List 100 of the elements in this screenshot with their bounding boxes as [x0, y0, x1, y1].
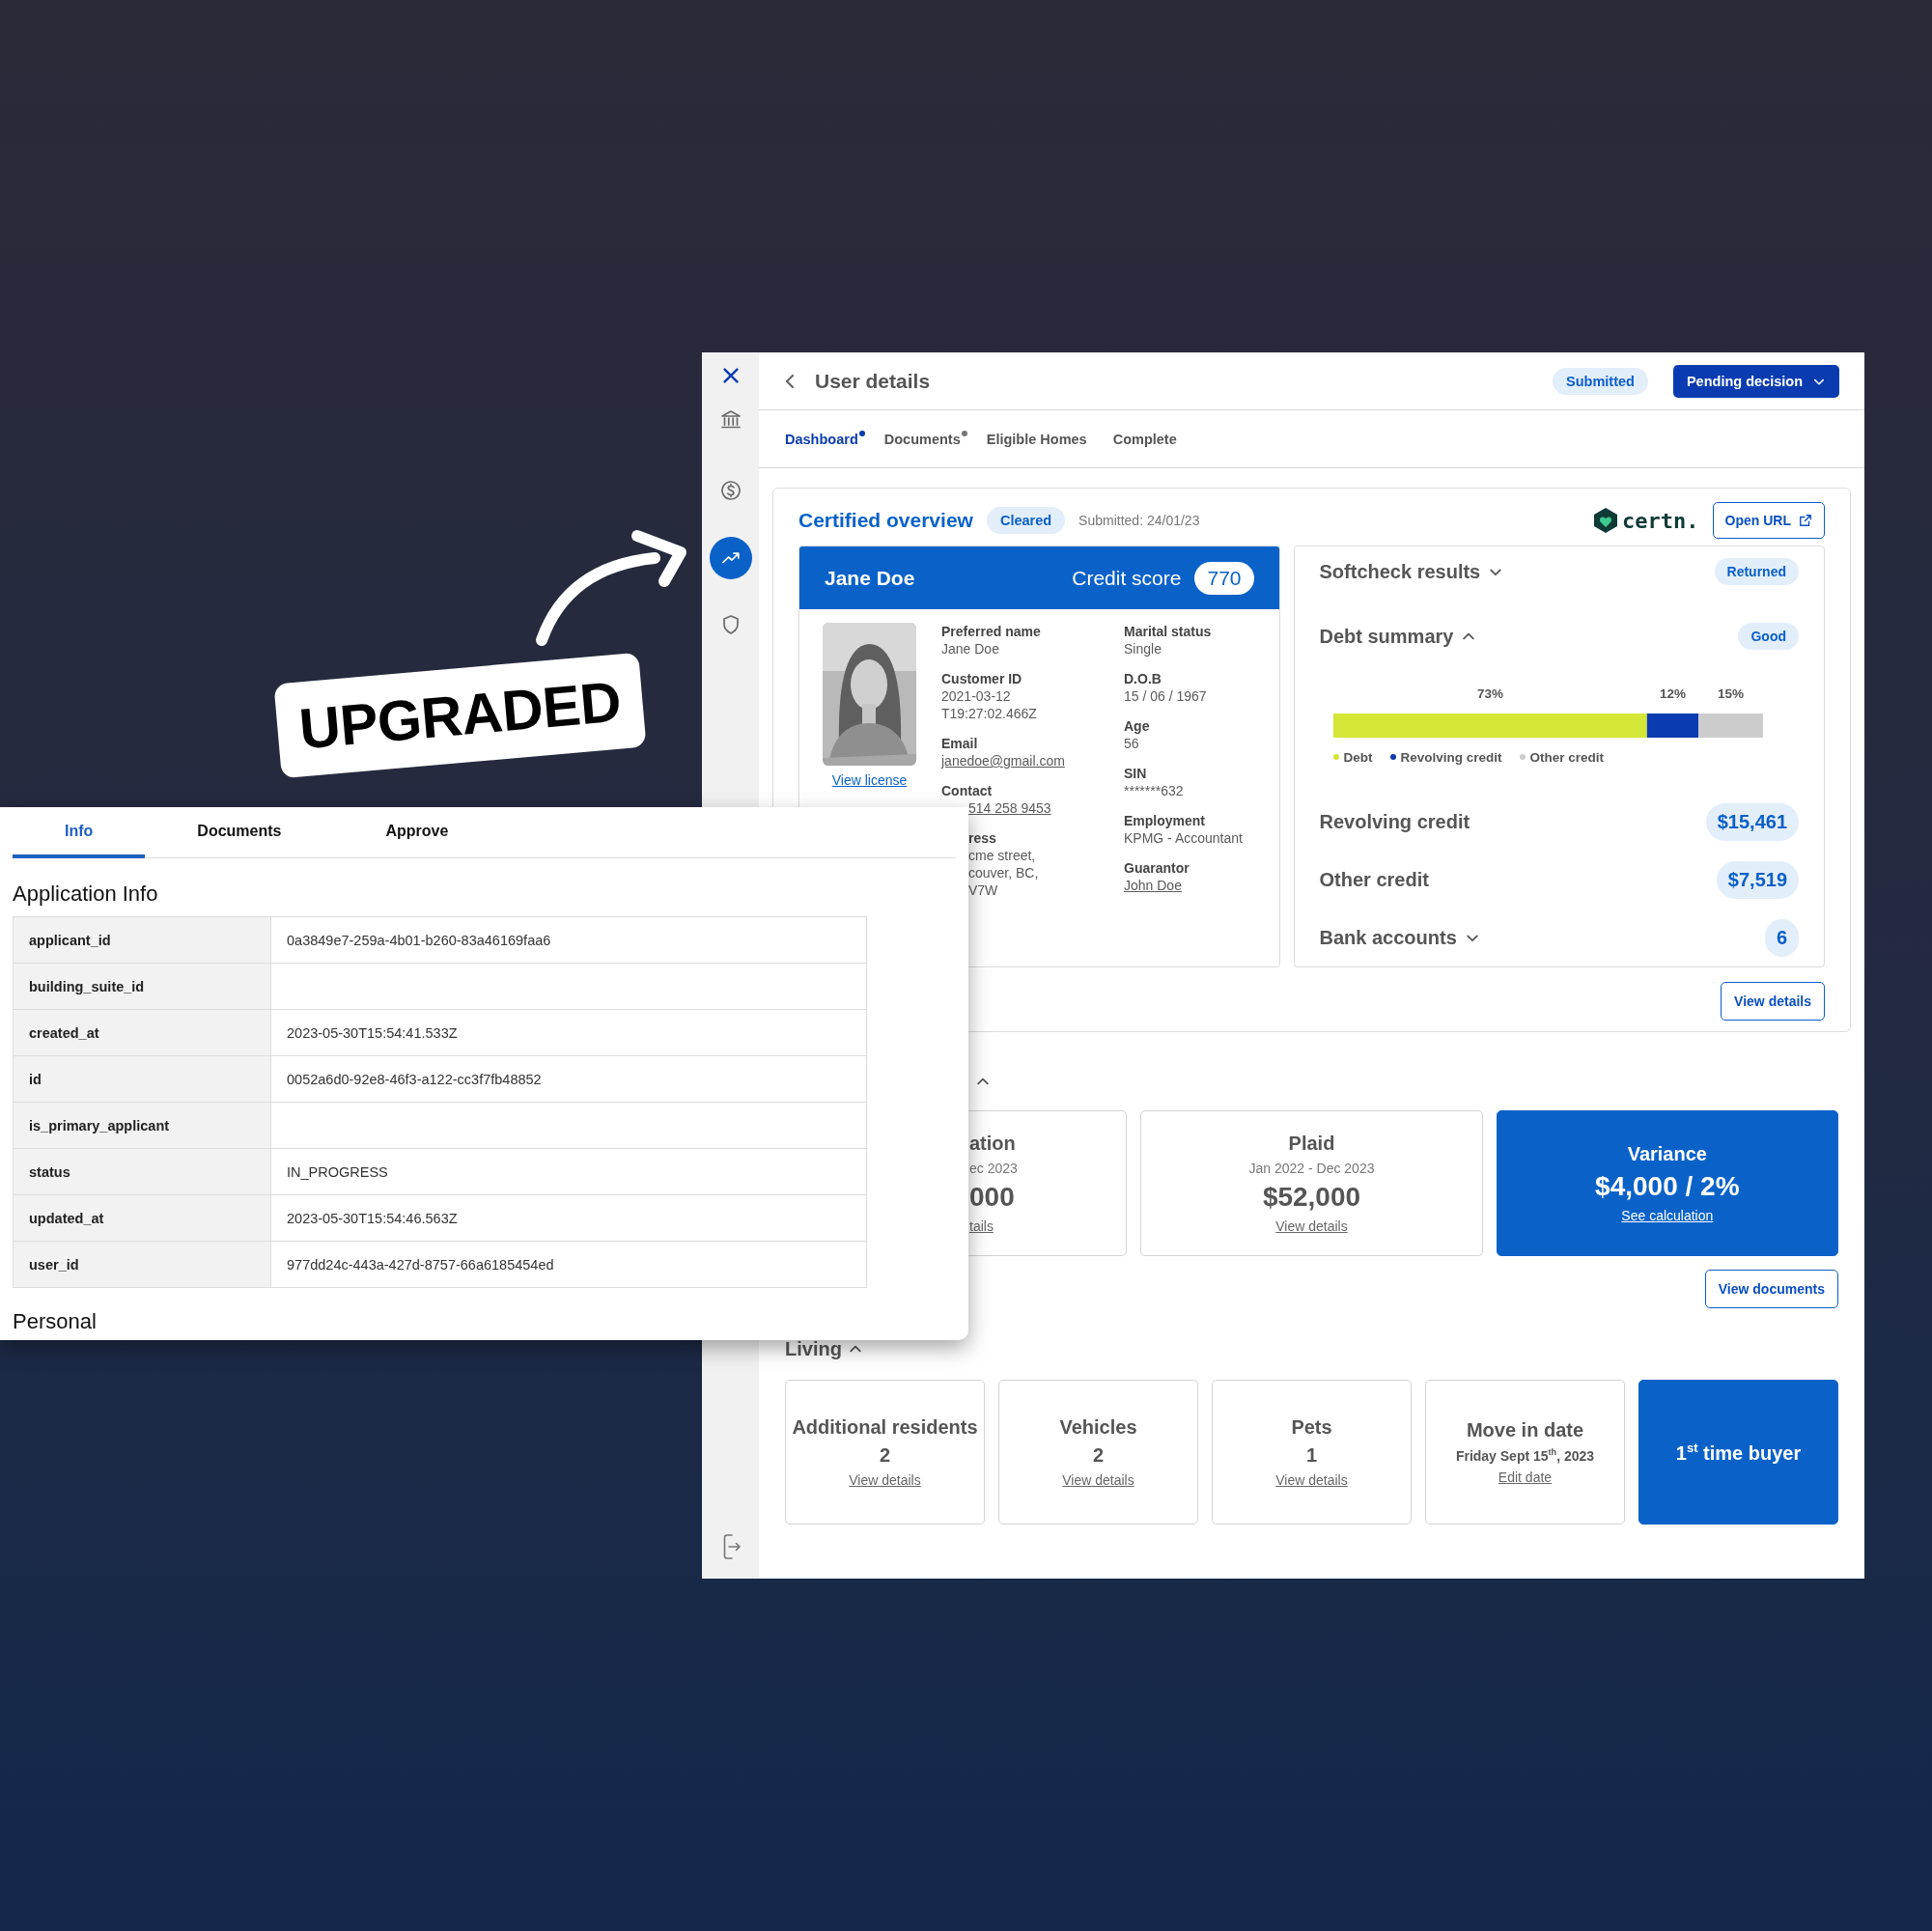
card-title: Pets [1291, 1416, 1332, 1439]
total-label: Other credit [1319, 868, 1429, 891]
tab[interactable]: Eligible Homes [986, 431, 1094, 447]
field-key: status [13, 1148, 271, 1195]
status-badge: Good [1738, 623, 1799, 650]
section-heading: Application Info [13, 882, 159, 907]
field-value: 56 [1124, 735, 1139, 752]
tab[interactable]: Info [13, 807, 146, 858]
field-value: 15 / 06 / 1967 [1124, 687, 1207, 705]
card-value: 2 [1092, 1444, 1105, 1467]
total-label: Revolving credit [1319, 810, 1470, 833]
card-link[interactable]: View details [849, 1472, 921, 1488]
trend-icon[interactable] [709, 537, 752, 579]
legend-label: Other credit [1529, 749, 1605, 765]
card-link[interactable]: Edit date [1498, 1469, 1553, 1485]
heart-hexagon-icon [1593, 507, 1619, 534]
card-date: Friday Sept 15$^{th}$, 2023 [1455, 1447, 1595, 1464]
open-url-button[interactable]: Open URL [1712, 502, 1825, 539]
field-value: cme street, couver, BC, V7W [968, 847, 1039, 899]
field-value: 0052a6d0-92e8-46f3-a122-cc3f7fb48852 [270, 1055, 867, 1103]
page-title: User details [815, 369, 931, 393]
field-value: 2023-05-30T15:54:41.533Z [270, 1009, 867, 1056]
field-value: 0a3849e7-259a-4b01-b260-83a46169faa6 [270, 916, 867, 964]
card-amount: 000 [969, 1182, 1015, 1213]
tab[interactable]: Dashboard [785, 431, 865, 447]
field-value: IN_PROGRESS [270, 1148, 867, 1195]
status-badge: Submitted [1553, 367, 1648, 395]
tab[interactable]: Documents [145, 807, 334, 858]
data-label: 15% [1717, 686, 1744, 701]
tab[interactable]: Documents [883, 431, 967, 447]
data-label: 12% [1659, 686, 1686, 701]
field-label: ress [968, 829, 996, 847]
field-label: Marital status [1124, 623, 1212, 640]
section-title: Certified overview [798, 509, 973, 532]
logo-text: certn. [1622, 508, 1699, 533]
field-label: SIN [1124, 765, 1147, 782]
field-label: Email [941, 735, 978, 752]
field-value: Single [1124, 640, 1162, 658]
field-label: Contact [941, 782, 993, 799]
field-key: updated_at [13, 1194, 271, 1242]
decision-dropdown[interactable]: Pending decision [1672, 364, 1839, 398]
card-link[interactable]: See calculation [1621, 1208, 1714, 1223]
card-amount: $4,000 / 2% [1595, 1171, 1740, 1202]
card-link[interactable]: View details [1275, 1472, 1348, 1488]
field-key: id [13, 1055, 271, 1103]
card-title: ation [969, 1133, 1016, 1155]
tab[interactable]: Complete [1112, 431, 1184, 447]
card-value: 2 [879, 1444, 891, 1467]
field-label: Age [1124, 717, 1150, 735]
status-badge: Returned [1714, 558, 1799, 585]
field-label: D.O.B [1124, 670, 1162, 687]
field-link[interactable]: janedoe@gmail.com [941, 752, 1065, 770]
field-label: Employment [1124, 812, 1205, 829]
section-title: Living [785, 1337, 842, 1360]
field-key: building_suite_id [13, 963, 271, 1010]
card-value: 1 [1305, 1444, 1318, 1467]
field-value: KPMG - Accountant [1124, 829, 1243, 847]
card-title: Vehicles [1059, 1416, 1137, 1439]
section-title: Softcheck results [1319, 560, 1481, 583]
view-license-link[interactable]: View license [831, 772, 908, 788]
field-value: 977dd24c-443a-427d-8757-66a6185454ed [270, 1241, 867, 1288]
field-link[interactable]: 514 258 9453 [968, 799, 1051, 817]
card-title: Variance [1627, 1143, 1707, 1165]
card-title: 1$^{st}$ time buyer [1675, 1440, 1802, 1465]
total-value: $7,519 [1716, 860, 1799, 899]
field-key: is_primary_applicant [13, 1102, 271, 1149]
sticker-label: UPGRADED [273, 652, 647, 779]
card-link[interactable]: View details [1275, 1218, 1348, 1234]
view-details-button[interactable]: View details [1721, 982, 1825, 1021]
credit-score: 770 [1194, 561, 1254, 595]
field-label: Guarantor [1124, 859, 1190, 877]
total-value: $15,461 [1705, 802, 1799, 841]
total-value: 6 [1764, 918, 1799, 957]
section-heading: Personal [13, 1309, 98, 1334]
score-label: Credit score [1072, 566, 1182, 590]
field-key: created_at [13, 1009, 271, 1056]
external-link-icon [1799, 514, 1812, 527]
card-amount: $52,000 [1262, 1182, 1361, 1213]
submitted-date: Submitted: 24/01/23 [1078, 513, 1200, 528]
status-badge: Cleared [986, 507, 1066, 534]
field-value: *******632 [1124, 782, 1184, 799]
field-key: applicant_id [13, 916, 271, 964]
field-label: Preferred name [941, 623, 1041, 640]
field-label: Customer ID [941, 670, 1022, 687]
legend-label: Debt [1343, 749, 1373, 765]
card-period: Jan 2022 - Dec 2023 [1248, 1161, 1375, 1176]
field-value: 2023-05-30T15:54:46.563Z [270, 1194, 867, 1242]
tab[interactable]: Approve [333, 807, 501, 858]
field-value: Jane Doe [941, 640, 999, 658]
total-label: Bank accounts [1319, 926, 1457, 949]
view-documents-button[interactable]: View documents [1704, 1270, 1838, 1308]
card-title: Move in date [1466, 1419, 1584, 1442]
data-label: 73% [1476, 686, 1503, 701]
card-link[interactable]: tails [969, 1218, 994, 1234]
section-title: Debt summary [1319, 625, 1454, 648]
card-link[interactable]: View details [1062, 1472, 1134, 1488]
applicant-name: Jane Doe [825, 566, 915, 590]
legend-label: Revolving credit [1400, 749, 1502, 765]
field-value: 2021-03-12 T19:27:02.466Z [941, 687, 1037, 722]
field-link[interactable]: John Doe [1124, 877, 1182, 894]
